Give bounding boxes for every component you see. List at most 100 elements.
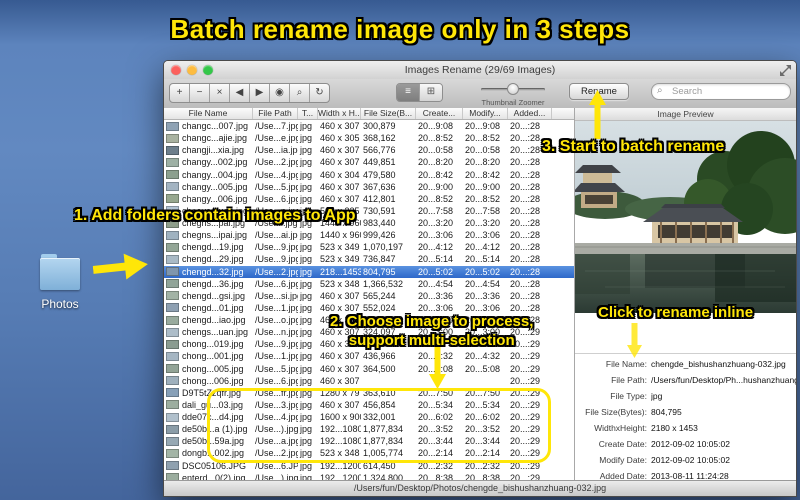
banner-title: Batch rename image only in 3 steps [170, 14, 630, 44]
cell-created: 20...9:08 [418, 121, 454, 132]
cell-type: jpg [300, 302, 313, 313]
table-row[interactable]: changy...004.jpg/Use...4.jpg jpg 460 x 304… [164, 168, 574, 181]
cell-added: 20...:28 [510, 242, 541, 253]
table-row[interactable]: chegns...ipai.jpg/Use...ai.jpg jpg 1440 x … [164, 229, 574, 242]
cell-path: /Use...7.jpg [255, 121, 298, 132]
list-view-segment[interactable]: ≡ [397, 84, 420, 101]
cell-type: jpg [300, 181, 313, 192]
table-row[interactable]: chengd...gsi.jpg/Use...si.jpg jpg 460 x 30… [164, 289, 574, 302]
thumbnail [166, 279, 179, 289]
cell-name: changc...ajie.jpg [164, 133, 253, 143]
table-row[interactable]: chengd...36.jpg/Use...6.jpg jpg 523 x 348 1… [164, 277, 574, 290]
cell-type: jpg [300, 315, 313, 326]
cell-dims: 460 x 307 [320, 145, 360, 156]
previous-button[interactable]: ◀ [230, 84, 250, 102]
cell-added: 20...:28 [510, 230, 541, 241]
table-row[interactable]: chong...005.jpg/Use...5.jpg jpg 460 x 307 3… [164, 362, 574, 375]
column-header[interactable]: Modify... [463, 108, 508, 119]
column-header[interactable]: File Path [253, 108, 298, 119]
cell-dims: 460 x 307 [320, 193, 360, 204]
cell-type: jpg [300, 242, 313, 253]
cell-size: 364,500 [363, 363, 396, 374]
cell-dims: 460 x 307 [320, 351, 360, 362]
cell-type: jpg [300, 351, 313, 362]
column-header[interactable]: File Size(B... [361, 108, 416, 119]
quick-look-button[interactable]: ◉ [270, 84, 290, 102]
search-button[interactable]: ⌕ [290, 84, 310, 102]
add-button[interactable]: + [170, 84, 190, 102]
next-button[interactable]: ▶ [250, 84, 270, 102]
cell-created: 20...8:20 [418, 157, 454, 168]
cell-dims: 218...1453 [320, 266, 361, 277]
thumbnail [166, 376, 179, 386]
delete-button[interactable]: × [210, 84, 230, 102]
cell-path: /Use...5.jpg [255, 363, 298, 374]
annotation-step3: 3. Start to batch rename [542, 138, 725, 155]
cell-modified: 20...9:00 [465, 181, 501, 192]
table-row[interactable]: changy...002.jpg/Use...2.jpg jpg 460 x 307… [164, 156, 574, 169]
cell-path: /Use...9.jpg [255, 254, 298, 265]
detail-row: File Path: /Users/fun/Desktop/Ph...hushan… [575, 372, 796, 388]
search-input[interactable] [670, 85, 786, 98]
table-row[interactable]: chong...006.jpg/Use...6.jpg jpg 460 x 307 2… [164, 374, 574, 387]
thumbnail [166, 424, 179, 434]
table-row[interactable]: changc...ajie.jpg/Use...e.jpg jpg 460 x 30… [164, 132, 574, 145]
table-row[interactable]: chengd...19.jpg/Use...9.jpg jpg 523 x 349 1… [164, 241, 574, 254]
arrow-right-icon [92, 253, 148, 280]
column-header-filler [552, 108, 574, 119]
cell-created: 20...8:52 [418, 133, 454, 144]
column-header[interactable]: Width x H... [318, 108, 361, 119]
cell-added: 20...:29 [510, 363, 541, 374]
remove-button[interactable]: − [190, 84, 210, 102]
cell-path: /Use...ia.jpg [255, 145, 298, 156]
detail-value[interactable]: chengde_bishushanzhuang-032.jpg [651, 359, 786, 369]
cell-dims: 460 x 307 [320, 157, 360, 168]
photos-folder-icon[interactable] [40, 254, 80, 292]
table-row[interactable]: changy...006.jpg/Use...6.jpg jpg 460 x 307… [164, 192, 574, 205]
detail-value: 2180 x 1453 [651, 423, 698, 433]
preview-panel: Image Preview File Name: chengde_bishush… [574, 108, 796, 481]
thumbnail [166, 351, 179, 361]
cell-dims: 460 x 307 [320, 181, 360, 192]
cell-name: chong...006.jpg [164, 376, 253, 386]
detail-label: Create Date: [598, 439, 647, 449]
refresh-button[interactable]: ↻ [310, 84, 329, 102]
table-row[interactable]: chong...001.jpg/Use...1.jpg jpg 460 x 307 4… [164, 350, 574, 363]
column-header[interactable]: File Name [164, 108, 253, 119]
cell-size: 368,162 [363, 133, 396, 144]
annotation-inline-hint: Click to rename inline [598, 304, 754, 321]
table-row[interactable]: chengd...29.jpg/Use...9.jpg jpg 523 x 349 7… [164, 253, 574, 266]
cell-created: 20...4:54 [418, 278, 454, 289]
cell-created: 20...7:58 [418, 205, 454, 216]
cell-modified: 20...3:06 [465, 230, 501, 241]
thumbnail [166, 291, 179, 301]
thumbnail-zoomer-slider[interactable] [481, 83, 545, 95]
annotation-step1: 1. Add folders contain images to App [74, 207, 356, 224]
cell-added: 20...:28 [510, 205, 541, 216]
thumbnail [166, 448, 179, 458]
cell-name: changy...005.jpg [164, 182, 253, 192]
table-row[interactable]: chengd...32.jpg/Use...2.jpg jpg 218...1453… [164, 265, 574, 278]
table-row[interactable]: changy...005.jpg/Use...5.jpg jpg 460 x 307… [164, 180, 574, 193]
column-header[interactable]: Added... [508, 108, 552, 119]
detail-row: WidthxHeight: 2180 x 1453 [575, 420, 796, 436]
file-name: changji...xia.jpg [182, 145, 245, 156]
cell-size: 300,879 [363, 121, 396, 132]
thumbnail [166, 412, 179, 422]
fullscreen-icon[interactable] [780, 65, 791, 76]
detail-row: Modify Date: 2012-09-02 10:05:02 [575, 452, 796, 468]
thumbnail [166, 388, 179, 398]
detail-label: Modify Date: [599, 455, 647, 465]
column-header[interactable]: T... [298, 108, 318, 119]
cell-added: 20...:28 [510, 290, 541, 301]
slider-knob[interactable] [507, 83, 519, 95]
cell-name: chong...001.jpg [164, 351, 253, 361]
column-header[interactable]: Create... [416, 108, 463, 119]
cell-type: jpg [300, 193, 313, 204]
grid-view-segment[interactable]: ⊞ [420, 84, 442, 101]
table-row[interactable]: changc...007.jpg/Use...7.jpg jpg 460 x 307… [164, 120, 574, 133]
table-row[interactable]: changji...xia.jpg/Use...ia.jpg jpg 460 x 3… [164, 144, 574, 157]
cell-name: changy...002.jpg [164, 157, 253, 167]
cell-modified: 20...8:42 [465, 169, 501, 180]
cell-modified: 20...3:36 [465, 290, 501, 301]
